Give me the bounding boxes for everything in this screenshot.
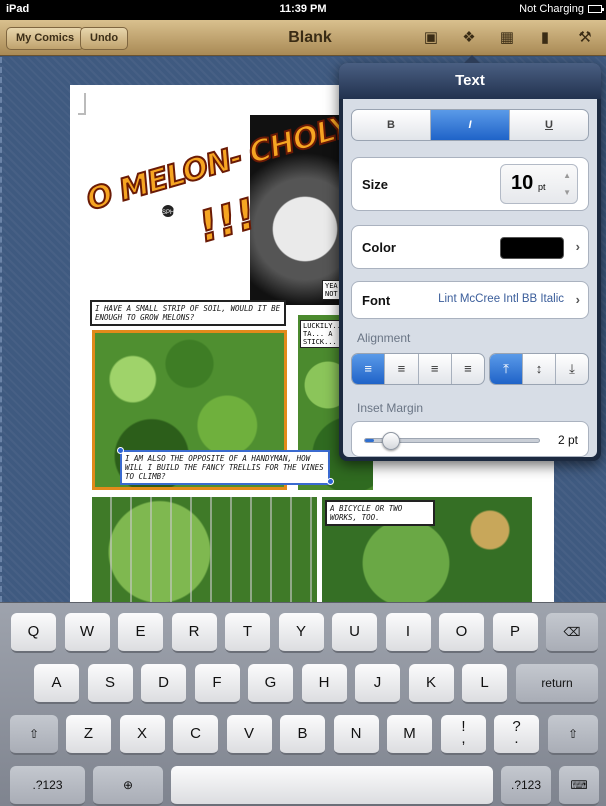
key-g[interactable]: G — [248, 664, 293, 704]
inset-margin-value: 2 pt — [557, 433, 578, 447]
text-style-control: B I U — [351, 109, 589, 141]
key-f[interactable]: F — [194, 664, 240, 704]
document-title: Blank — [288, 29, 332, 46]
inset-margin-slider[interactable] — [364, 432, 540, 450]
slider-knob[interactable] — [381, 432, 400, 450]
align-top-icon[interactable]: ⤒ — [490, 354, 523, 384]
wrench-icon[interactable]: ⚒ — [574, 28, 596, 48]
corner-mark — [78, 93, 86, 115]
size-stepper[interactable]: 10 pt ▲ ▼ — [500, 164, 578, 204]
key-y[interactable]: Y — [278, 613, 324, 653]
align-bottom-icon[interactable]: ⤓ — [556, 354, 588, 384]
key-a[interactable]: A — [34, 664, 79, 704]
key-b[interactable]: B — [280, 715, 325, 755]
color-label: Color — [362, 240, 396, 255]
align-right-icon[interactable]: ≡ — [419, 354, 452, 384]
key-m[interactable]: M — [387, 715, 432, 755]
italic-button[interactable]: I — [431, 110, 510, 140]
return-key[interactable]: return — [516, 664, 598, 704]
size-unit: pt — [538, 182, 546, 192]
horizontal-alignment-control: ≡ ≡ ≡ ≡ — [351, 353, 485, 385]
status-bar: iPad 11:39 PM Not Charging — [0, 0, 606, 20]
size-value: 10 — [511, 172, 534, 194]
backspace-icon[interactable]: ⌫ — [546, 613, 598, 653]
book-icon[interactable]: ▣ — [420, 28, 442, 48]
keyboard-dismiss-icon[interactable]: ⌨ — [559, 766, 599, 806]
alignment-label: Alignment — [357, 331, 411, 345]
align-middle-icon[interactable]: ↕ — [523, 354, 556, 384]
sfx-bubble[interactable]: SPH — [160, 203, 176, 219]
size-row: Size 10 pt ▲ ▼ — [351, 157, 589, 211]
key-z[interactable]: Z — [66, 715, 111, 755]
key-q[interactable]: Q — [11, 613, 56, 653]
color-row[interactable]: Color › — [351, 225, 589, 269]
key-t[interactable]: T — [225, 613, 270, 653]
caption-2-selected[interactable]: I am also the opposite of a handyman, ho… — [120, 450, 330, 485]
underline-button[interactable]: U — [510, 110, 588, 140]
shift-icon[interactable]: ⇧ — [548, 715, 598, 755]
color-swatch[interactable] — [500, 237, 564, 259]
popover-title: Text — [339, 63, 601, 99]
undo-button[interactable]: Undo — [80, 27, 129, 50]
caption-3[interactable]: A bicycle or two works, too. — [325, 500, 435, 526]
image-icon[interactable]: ▦ — [496, 28, 518, 48]
key-s[interactable]: S — [87, 664, 133, 704]
popover-body: B I U Size 10 pt ▲ ▼ Color › Font Lint M… — [343, 99, 597, 457]
resize-handle[interactable] — [117, 447, 124, 454]
key-p[interactable]: P — [492, 613, 538, 653]
key-i[interactable]: I — [385, 613, 431, 653]
key-o[interactable]: O — [439, 613, 484, 653]
font-row[interactable]: Font Lint McCree Intl BB Italic › — [351, 281, 589, 319]
key-exclaim-comma[interactable]: !, — [441, 715, 486, 755]
charging-status: Not Charging — [519, 3, 584, 15]
key-u[interactable]: U — [332, 613, 377, 653]
toolbar: My Comics Undo Blank ▣ ❖ ▦ ▮ ⚒ — [0, 20, 606, 56]
key-x[interactable]: X — [119, 715, 165, 755]
key-r[interactable]: R — [171, 613, 217, 653]
chevron-right-icon: › — [575, 239, 580, 254]
size-label: Size — [362, 177, 389, 192]
font-label: Font — [362, 293, 391, 308]
status-time: 11:39 PM — [279, 3, 327, 15]
info-icon[interactable]: ❖ — [458, 28, 480, 48]
bold-button[interactable]: B — [352, 110, 431, 140]
key-k[interactable]: K — [408, 664, 454, 704]
stepper-up-icon[interactable]: ▲ — [563, 171, 571, 180]
key-v[interactable]: V — [226, 715, 272, 755]
key-j[interactable]: J — [355, 664, 400, 704]
globe-icon[interactable]: ⊕ — [93, 766, 163, 806]
key-w[interactable]: W — [64, 613, 110, 653]
font-value: Lint McCree Intl BB Italic — [438, 293, 564, 305]
align-justify-icon[interactable]: ≡ — [452, 354, 484, 384]
onscreen-keyboard: Q W E R T Y U I O P ⌫ A S D F G H J K Lreturn ⇧ Z X C V B N M!,?. ⇧.… — [0, 602, 606, 806]
text-popover: Text B I U Size 10 pt ▲ ▼ Color › Font L… — [339, 55, 601, 461]
chevron-right-icon: › — [575, 292, 580, 307]
photo-panel-trellis[interactable] — [92, 497, 317, 607]
my-comics-button[interactable]: My Comics — [6, 27, 85, 50]
vertical-alignment-control: ⤒ ↕ ⤓ — [489, 353, 589, 385]
page-icon[interactable]: ▮ — [534, 28, 556, 48]
slider-fill — [365, 439, 374, 442]
key-c[interactable]: C — [173, 715, 218, 755]
numbers-key[interactable]: .?123 — [10, 766, 85, 806]
key-n[interactable]: N — [333, 715, 379, 755]
key-e[interactable]: E — [118, 613, 163, 653]
key-d[interactable]: D — [141, 664, 186, 704]
numbers-key[interactable]: .?123 — [501, 766, 551, 806]
key-h[interactable]: H — [301, 664, 347, 704]
inset-margin-row: 2 pt — [351, 421, 589, 457]
shift-icon[interactable]: ⇧ — [10, 715, 58, 755]
space-bar[interactable] — [171, 766, 493, 806]
battery-icon — [588, 5, 604, 13]
key-question-period[interactable]: ?. — [494, 715, 539, 755]
resize-handle[interactable] — [327, 478, 334, 485]
align-center-icon[interactable]: ≡ — [385, 354, 419, 384]
caption-1[interactable]: I have a small strip of soil, would it b… — [90, 300, 286, 326]
inset-margin-label: Inset Margin — [357, 401, 424, 415]
align-left-icon[interactable]: ≡ — [352, 354, 386, 384]
key-l[interactable]: L — [462, 664, 507, 704]
stepper-down-icon[interactable]: ▼ — [563, 188, 571, 197]
